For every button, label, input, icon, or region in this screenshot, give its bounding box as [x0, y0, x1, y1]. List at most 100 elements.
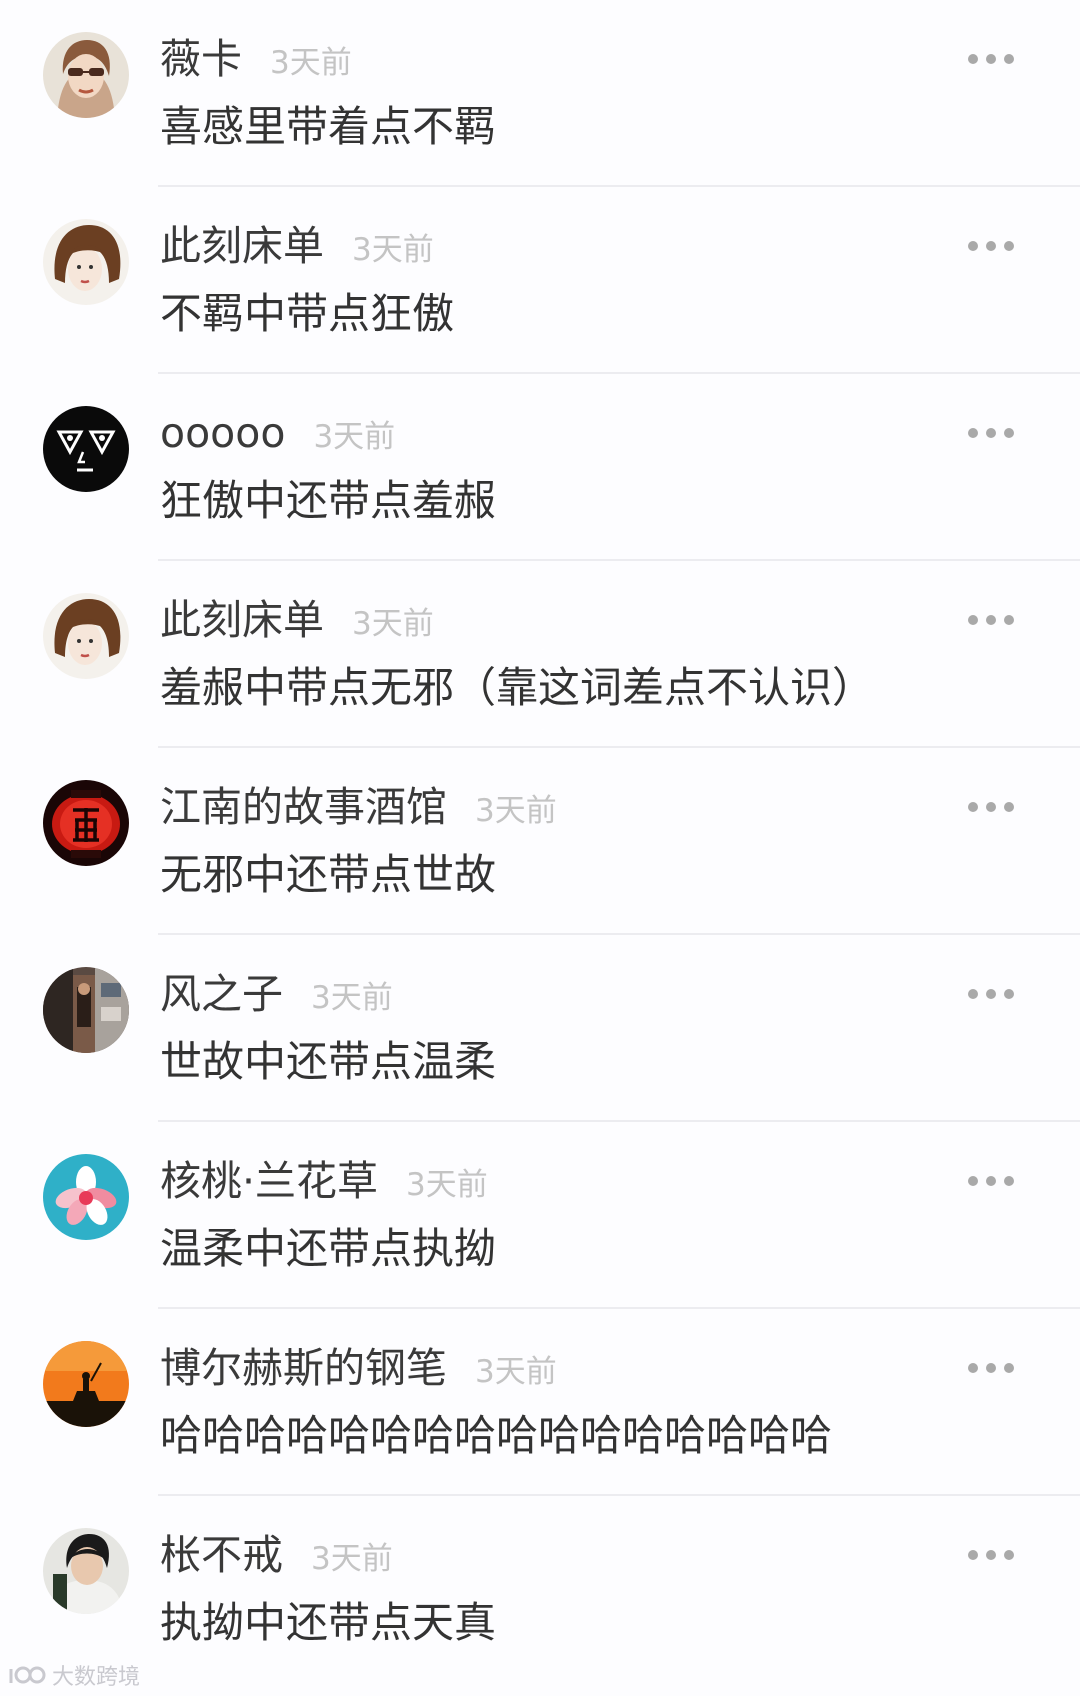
- bob-hair-girl-icon: [43, 219, 129, 305]
- man-portrait-icon: [43, 1528, 129, 1614]
- comment-text: 不羁中带点狂傲: [160, 289, 455, 338]
- more-dot-icon: [1004, 802, 1014, 812]
- comment-header: 薇卡 3天前: [160, 34, 352, 84]
- timestamp: 3天前: [406, 1167, 488, 1203]
- more-dot-icon: [986, 989, 996, 999]
- timestamp: 3天前: [352, 232, 434, 268]
- avatar[interactable]: [43, 593, 129, 679]
- more-dot-icon: [986, 802, 996, 812]
- comment-item: 此刻床单 3天前 不羁中带点狂傲: [0, 187, 1080, 374]
- more-dot-icon: [986, 54, 996, 64]
- more-options-button[interactable]: [968, 1174, 1014, 1188]
- username[interactable]: 薇卡: [160, 34, 242, 84]
- avatar[interactable]: [43, 780, 129, 866]
- more-options-button[interactable]: [968, 52, 1014, 66]
- timestamp: 3天前: [311, 1541, 393, 1577]
- avatar[interactable]: [43, 1528, 129, 1614]
- pink-flower-on-blue-icon: [43, 1154, 129, 1240]
- watermark-text: 大数跨境: [52, 1665, 141, 1690]
- more-dot-icon: [968, 1176, 978, 1186]
- more-dot-icon: [1004, 54, 1014, 64]
- comment-header: 核桃·兰花草 3天前: [160, 1156, 488, 1206]
- username[interactable]: 枨不戒: [160, 1530, 283, 1580]
- comment-list: 薇卡 3天前 喜感里带着点不羁 此刻床单 3天前 不羁中带点狂傲 ooooo 3…: [0, 0, 1080, 1696]
- more-dot-icon: [1004, 428, 1014, 438]
- comment-header: 江南的故事酒馆 3天前: [160, 782, 557, 832]
- username[interactable]: ooooo: [160, 408, 285, 458]
- comment-text: 温柔中还带点执拗: [160, 1224, 497, 1273]
- more-dot-icon: [968, 241, 978, 251]
- comment-header: ooooo 3天前: [160, 408, 395, 458]
- username[interactable]: 此刻床单: [160, 595, 324, 645]
- street-photo-icon: [43, 967, 129, 1053]
- avatar[interactable]: [43, 1341, 129, 1427]
- woman-with-sunglasses-icon: [43, 32, 129, 118]
- comment-text: 羞赧中带点无邪（靠这词差点不认识）: [160, 663, 875, 712]
- more-dot-icon: [986, 1550, 996, 1560]
- avatar[interactable]: [43, 219, 129, 305]
- timestamp: 3天前: [313, 419, 396, 455]
- comment-item: ooooo 3天前 狂傲中还带点羞赧: [0, 374, 1080, 561]
- comment-text: 执拗中还带点天真: [160, 1598, 497, 1647]
- comment-text: 狂傲中还带点羞赧: [160, 476, 497, 525]
- username[interactable]: 博尔赫斯的钢笔: [160, 1343, 447, 1393]
- comment-text: 无邪中还带点世故: [160, 850, 497, 899]
- more-options-button[interactable]: [968, 1548, 1014, 1562]
- avatar[interactable]: [43, 406, 129, 492]
- comment-item: 核桃·兰花草 3天前 温柔中还带点执拗: [0, 1122, 1080, 1309]
- comment-item: 薇卡 3天前 喜感里带着点不羁: [0, 0, 1080, 187]
- username[interactable]: 此刻床单: [160, 221, 324, 271]
- timestamp: 3天前: [475, 793, 557, 829]
- black-triangle-face-icon: [43, 406, 129, 492]
- more-dot-icon: [1004, 615, 1014, 625]
- comment-header: 此刻床单 3天前: [160, 595, 434, 645]
- more-options-button[interactable]: [968, 426, 1014, 440]
- comment-header: 此刻床单 3天前: [160, 221, 434, 271]
- avatar[interactable]: [43, 967, 129, 1053]
- timestamp: 3天前: [311, 980, 393, 1016]
- more-dot-icon: [986, 428, 996, 438]
- more-dot-icon: [986, 615, 996, 625]
- username[interactable]: 核桃·兰花草: [160, 1156, 378, 1206]
- more-options-button[interactable]: [968, 1361, 1014, 1375]
- comment-item: 此刻床单 3天前 羞赧中带点无邪（靠这词差点不认识）: [0, 561, 1080, 748]
- more-dot-icon: [986, 1176, 996, 1186]
- more-dot-icon: [1004, 1176, 1014, 1186]
- comment-header: 枨不戒 3天前: [160, 1530, 393, 1580]
- timestamp: 3天前: [475, 1354, 557, 1390]
- more-dot-icon: [1004, 1363, 1014, 1373]
- comment-text: 世故中还带点温柔: [160, 1037, 497, 1086]
- bob-hair-girl-icon: [43, 593, 129, 679]
- watermark-logo-icon: [9, 1666, 46, 1684]
- comment-text: 喜感里带着点不羁: [160, 102, 497, 151]
- more-dot-icon: [986, 1363, 996, 1373]
- username[interactable]: 风之子: [160, 969, 283, 1019]
- more-options-button[interactable]: [968, 987, 1014, 1001]
- username[interactable]: 江南的故事酒馆: [160, 782, 447, 832]
- red-wine-lantern-icon: [43, 780, 129, 866]
- avatar[interactable]: [43, 1154, 129, 1240]
- timestamp: 3天前: [270, 45, 352, 81]
- more-options-button[interactable]: [968, 239, 1014, 253]
- more-dot-icon: [968, 1550, 978, 1560]
- more-dot-icon: [968, 428, 978, 438]
- comment-header: 博尔赫斯的钢笔 3天前: [160, 1343, 557, 1393]
- more-dot-icon: [1004, 1550, 1014, 1560]
- more-dot-icon: [968, 1363, 978, 1373]
- more-dot-icon: [968, 54, 978, 64]
- more-options-button[interactable]: [968, 800, 1014, 814]
- more-options-button[interactable]: [968, 613, 1014, 627]
- comment-text: 哈哈哈哈哈哈哈哈哈哈哈哈哈哈哈哈: [160, 1411, 833, 1460]
- comment-item: 枨不戒 3天前 执拗中还带点天真: [0, 1496, 1080, 1683]
- more-dot-icon: [968, 802, 978, 812]
- comment-item: 博尔赫斯的钢笔 3天前 哈哈哈哈哈哈哈哈哈哈哈哈哈哈哈哈: [0, 1309, 1080, 1496]
- more-dot-icon: [968, 615, 978, 625]
- comment-item: 江南的故事酒馆 3天前 无邪中还带点世故: [0, 748, 1080, 935]
- more-dot-icon: [1004, 241, 1014, 251]
- avatar[interactable]: [43, 32, 129, 118]
- comment-item: 风之子 3天前 世故中还带点温柔: [0, 935, 1080, 1122]
- comment-header: 风之子 3天前: [160, 969, 393, 1019]
- timestamp: 3天前: [352, 606, 434, 642]
- more-dot-icon: [1004, 989, 1014, 999]
- more-dot-icon: [968, 989, 978, 999]
